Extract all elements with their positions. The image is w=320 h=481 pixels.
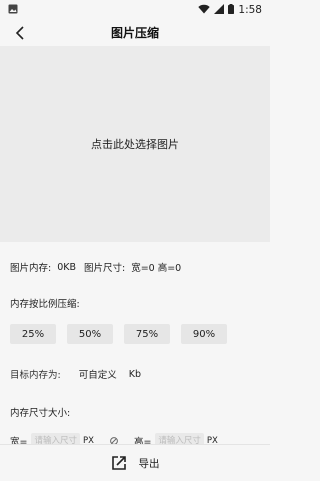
image-picker-prompt: 点击此处选择图片 xyxy=(91,138,179,151)
ratio-75-button[interactable]: 75% xyxy=(124,324,170,344)
signal-icon xyxy=(214,3,225,17)
dimension-label: 内存尺寸大小: xyxy=(10,408,71,419)
image-height-value: 高=0 xyxy=(157,263,182,274)
dimension-label-row: 内存尺寸大小: xyxy=(10,405,70,419)
target-memory-row: 目标内存为: 可自定义 Kb xyxy=(10,367,141,382)
ratio-label-row: 内存按比例压缩: xyxy=(10,296,80,310)
ratio-90-button[interactable]: 90% xyxy=(181,324,227,344)
target-memory-input[interactable]: 可自定义 xyxy=(79,367,117,381)
image-memory-value: 0KB xyxy=(57,261,76,273)
battery-icon xyxy=(228,3,235,17)
ratio-compress-label: 内存按比例压缩: xyxy=(10,299,80,310)
target-memory-label: 目标内存为: xyxy=(10,370,61,381)
export-icon xyxy=(111,456,126,470)
status-bar: 1:58 xyxy=(0,0,270,20)
image-size-label: 图片尺寸: xyxy=(84,263,126,274)
target-memory-unit: Kb xyxy=(128,368,141,380)
ratio-25-button[interactable]: 25% xyxy=(10,324,56,344)
top-app-bar: 图片压缩 xyxy=(0,20,270,46)
image-memory-label: 图片内存: xyxy=(10,263,52,274)
image-info-row: 图片内存: 0KB 图片尺寸: 宽=0 高=0 xyxy=(10,260,182,275)
status-time: 1:58 xyxy=(238,4,262,16)
export-button[interactable]: 导出 xyxy=(0,444,270,481)
image-picker-area[interactable]: 点击此处选择图片 xyxy=(0,46,270,242)
image-notification-icon xyxy=(8,4,18,17)
ratio-50-button[interactable]: 50% xyxy=(67,324,113,344)
wifi-icon xyxy=(198,4,211,17)
page-title: 图片压缩 xyxy=(110,26,159,40)
image-width-value: 宽=0 xyxy=(131,263,155,274)
export-label: 导出 xyxy=(138,457,160,470)
